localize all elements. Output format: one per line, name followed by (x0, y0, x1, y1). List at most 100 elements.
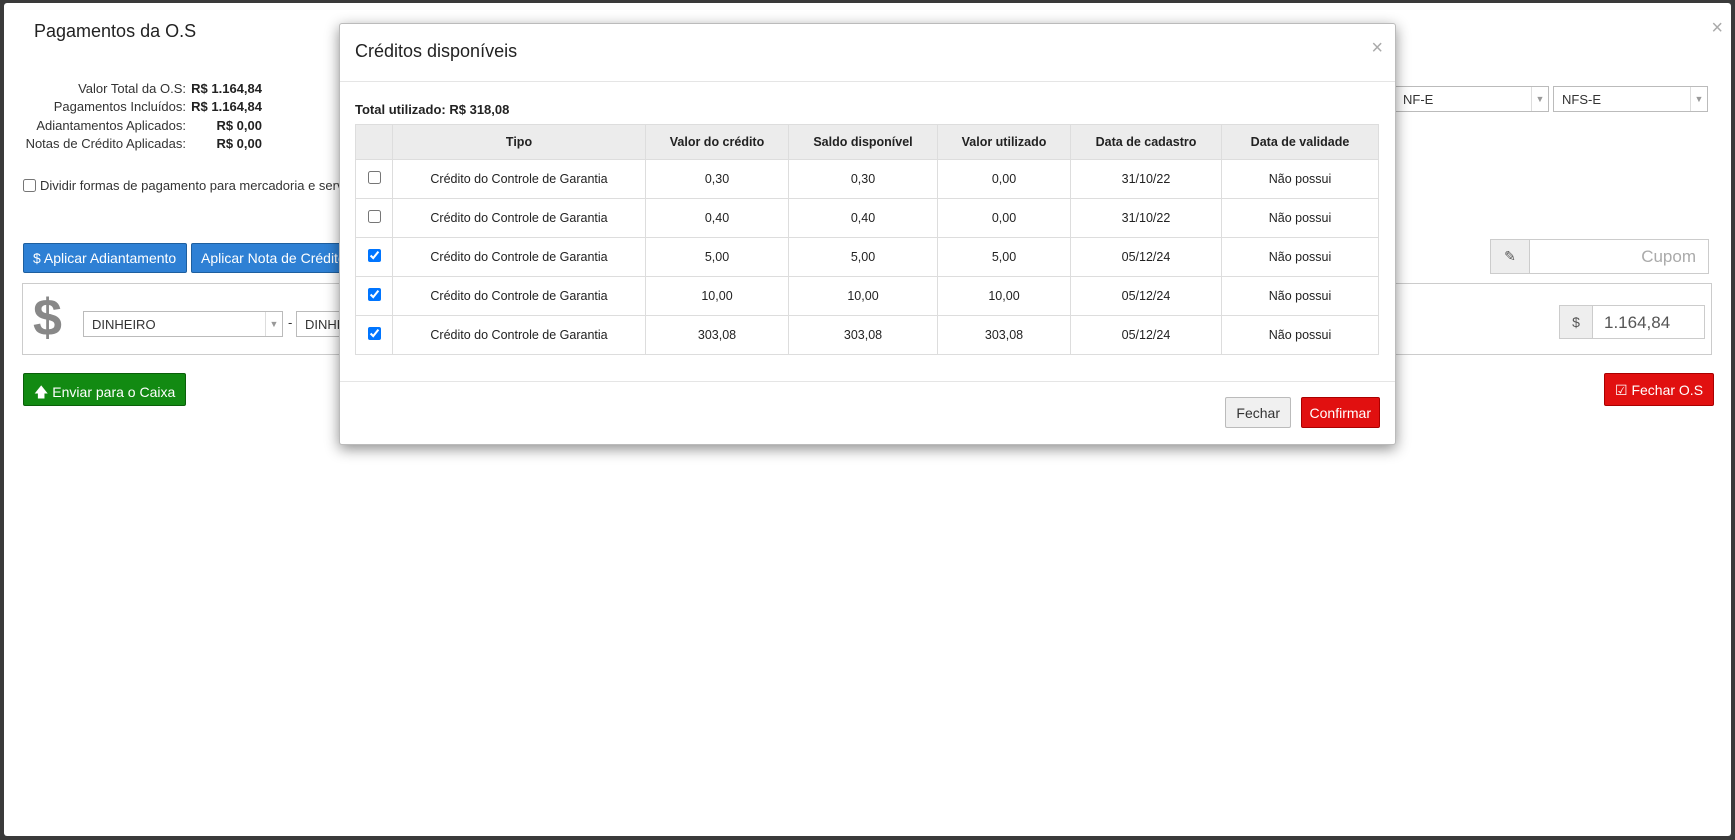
cell-utilizado: 0,00 (937, 198, 1071, 238)
cell-validade: Não possui (1221, 315, 1379, 355)
cell-saldo: 5,00 (788, 237, 938, 277)
apply-credit-note-button[interactable]: Aplicar Nota de Crédito (191, 243, 341, 273)
cell-valor: 0,30 (645, 159, 789, 199)
confirm-button[interactable]: Confirmar (1300, 397, 1380, 428)
cell-tipo: Crédito do Controle de Garantia (392, 237, 646, 277)
cell-cadastro: 05/12/24 (1070, 237, 1222, 277)
coupon-input[interactable]: Cupom (1641, 247, 1696, 267)
payment-summary: Valor Total da O.S: R$ 1.164,84 Pagament… (20, 79, 262, 153)
cell-utilizado: 303,08 (937, 315, 1071, 355)
ticket-icon: ✎ (1491, 240, 1530, 273)
amount-field[interactable]: $ 1.164,84 (1559, 305, 1705, 339)
cell-cadastro: 31/10/22 (1070, 159, 1222, 199)
summary-row: Notas de Crédito Aplicadas: R$ 0,00 (20, 135, 262, 154)
cell-cadastro: 31/10/22 (1070, 198, 1222, 238)
close-icon[interactable]: × (1371, 37, 1383, 60)
select-column-header (355, 124, 393, 160)
payment-method-select[interactable]: DINHEIRO ▼ (83, 311, 283, 337)
cell-validade: Não possui (1221, 237, 1379, 277)
cell-cadastro: 05/12/24 (1070, 315, 1222, 355)
summary-label: Adiantamentos Aplicados: (36, 117, 186, 133)
table-row: Crédito do Controle de Garantia 10,00 10… (355, 276, 1379, 316)
summary-value: R$ 1.164,84 (191, 99, 262, 115)
credits-modal-title: Créditos disponíveis (355, 41, 518, 61)
cell-saldo: 303,08 (788, 315, 938, 355)
cell-validade: Não possui (1221, 276, 1379, 316)
summary-value: R$ 0,00 (216, 136, 262, 152)
dollar-icon: $ (33, 289, 62, 347)
cell-valor: 5,00 (645, 237, 789, 277)
cancel-button[interactable]: Fechar (1225, 397, 1291, 428)
credits-table: Tipo Valor do crédito Saldo disponível V… (355, 124, 1379, 355)
caret-down-icon: ▼ (1690, 87, 1707, 111)
cell-tipo: Crédito do Controle de Garantia (392, 198, 646, 238)
row-select-cell (355, 198, 393, 238)
divide-payments-option[interactable]: Dividir formas de pagamento para mercado… (23, 178, 343, 193)
row-checkbox[interactable] (367, 327, 381, 340)
send-to-cashier-button[interactable]: 🡅 Enviar para o Caixa (23, 373, 187, 406)
row-select-cell (355, 276, 393, 316)
nf-select-value: NF-E (1403, 92, 1434, 107)
close-os-button[interactable]: ☑ Fechar O.S (1604, 373, 1715, 406)
table-row: Crédito do Controle de Garantia 303,08 3… (355, 315, 1379, 355)
summary-row: Adiantamentos Aplicados: R$ 0,00 (20, 116, 262, 135)
cell-valor: 10,00 (645, 276, 789, 316)
row-checkbox[interactable] (367, 171, 381, 184)
cell-utilizado: 5,00 (937, 237, 1071, 277)
cell-valor: 303,08 (645, 315, 789, 355)
nfs-select-value: NFS-E (1562, 92, 1601, 107)
cell-tipo: Crédito do Controle de Garantia (392, 159, 646, 199)
table-row: Crédito do Controle de Garantia 0,30 0,3… (355, 159, 1379, 199)
coupon-field[interactable]: ✎ Cupom (1490, 239, 1709, 274)
send-to-cashier-label: Enviar para o Caixa (52, 384, 176, 400)
cell-tipo: Crédito do Controle de Garantia (392, 276, 646, 316)
cell-saldo: 0,30 (788, 159, 938, 199)
column-header: Tipo (392, 124, 646, 160)
total-used-label: Total utilizado: R$ 318,08 (355, 102, 510, 117)
row-select-cell (355, 315, 393, 355)
payment-method-value: DINHEIRO (92, 317, 156, 332)
summary-label: Pagamentos Incluídos: (53, 99, 186, 115)
apply-advance-button[interactable]: $ Aplicar Adiantamento (23, 243, 187, 273)
column-header: Data de validade (1221, 124, 1379, 160)
row-select-cell (355, 159, 393, 199)
cell-saldo: 10,00 (788, 276, 938, 316)
check-square-icon: ☑ (1615, 382, 1628, 398)
cell-cadastro: 05/12/24 (1070, 276, 1222, 316)
cell-utilizado: 0,00 (937, 159, 1071, 199)
close-os-label: Fechar O.S (1631, 382, 1704, 398)
arrow-up-icon: 🡅 (34, 384, 49, 400)
cell-tipo: Crédito do Controle de Garantia (392, 315, 646, 355)
cell-saldo: 0,40 (788, 198, 938, 238)
payments-modal-title: Pagamentos da O.S (34, 21, 197, 41)
column-header: Data de cadastro (1070, 124, 1222, 160)
summary-row: Pagamentos Incluídos: R$ 1.164,84 (20, 98, 262, 117)
cell-validade: Não possui (1221, 159, 1379, 199)
cell-utilizado: 10,00 (937, 276, 1071, 316)
table-row: Crédito do Controle de Garantia 0,40 0,4… (355, 198, 1379, 238)
amount-input[interactable]: 1.164,84 (1604, 313, 1670, 333)
caret-down-icon: ▼ (1531, 87, 1548, 111)
row-checkbox[interactable] (367, 288, 381, 301)
table-header-row: Tipo Valor do crédito Saldo disponível V… (355, 124, 1379, 160)
credits-modal-footer: Fechar Confirmar (340, 381, 1395, 444)
cell-validade: Não possui (1221, 198, 1379, 238)
column-header: Saldo disponível (788, 124, 938, 160)
caret-down-icon: ▼ (265, 312, 282, 336)
close-icon[interactable]: × (1711, 17, 1723, 40)
row-checkbox[interactable] (367, 249, 381, 262)
nfs-select[interactable]: NFS-E ▼ (1553, 86, 1708, 112)
table-row: Crédito do Controle de Garantia 5,00 5,0… (355, 237, 1379, 277)
row-checkbox[interactable] (367, 210, 381, 223)
currency-addon: $ (1560, 306, 1593, 338)
credits-modal: Créditos disponíveis × Total utilizado: … (339, 23, 1396, 445)
summary-value: R$ 0,00 (216, 117, 262, 133)
row-select-cell (355, 237, 393, 277)
summary-value: R$ 1.164,84 (191, 80, 262, 96)
column-header: Valor do crédito (645, 124, 789, 160)
summary-label: Valor Total da O.S: (78, 80, 186, 96)
divide-payments-checkbox[interactable] (23, 179, 36, 192)
nf-select[interactable]: NF-E ▼ (1394, 86, 1549, 112)
cell-valor: 0,40 (645, 198, 789, 238)
summary-row: Valor Total da O.S: R$ 1.164,84 (20, 79, 262, 98)
